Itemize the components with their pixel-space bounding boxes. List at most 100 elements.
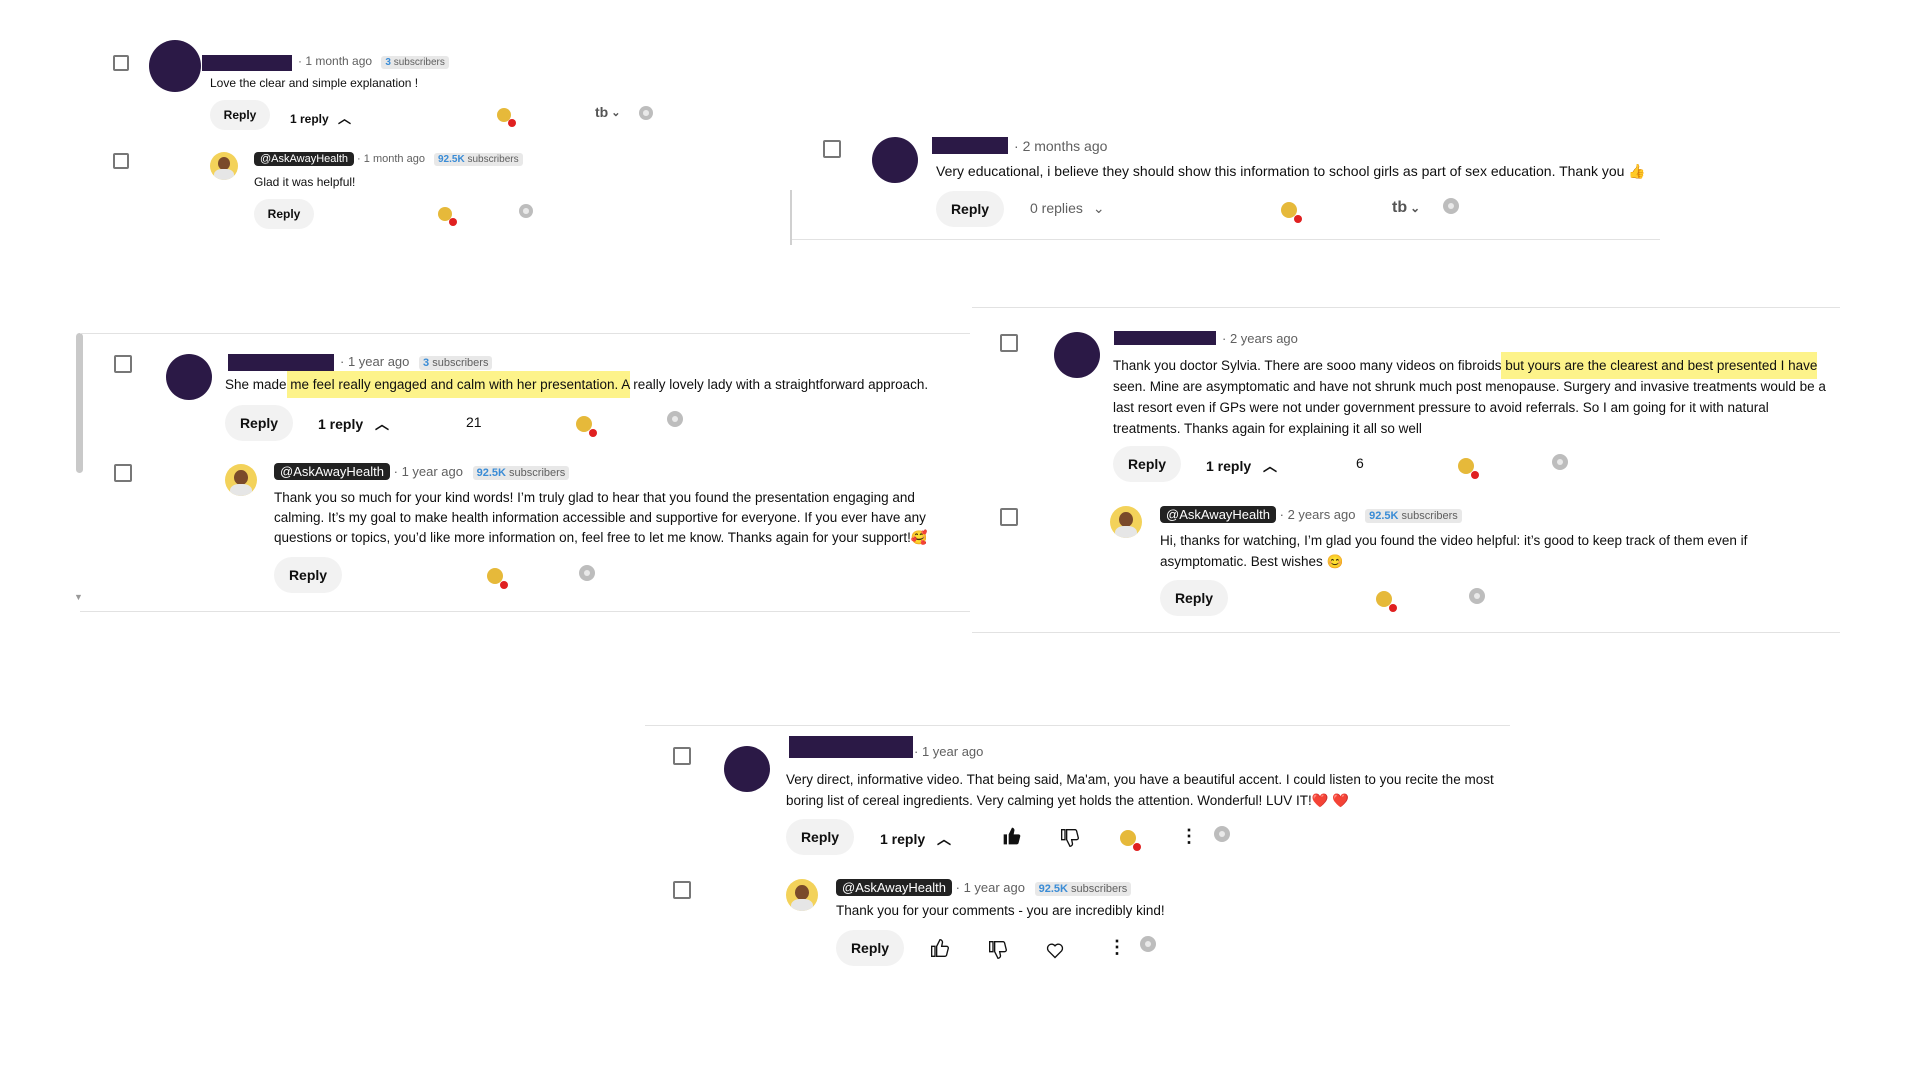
sort-menu-icon[interactable]: tb ⌄ [1392,199,1420,217]
option-circle-icon[interactable] [1443,198,1459,214]
redacted-username [1114,331,1216,345]
toggle-replies-button[interactable]: 1 reply ︿ [318,414,389,434]
toggle-replies-button[interactable]: 0 replies ⌄ [1030,200,1105,217]
reply-meta: @AskAwayHealth · 1 year ago 92.5K subscr… [836,879,1132,896]
comment-time: 1 year ago [921,744,984,759]
reply-meta: @AskAwayHealth · 2 years ago 92.5K subsc… [1160,506,1462,523]
reply-button[interactable]: Reply [786,819,854,855]
select-checkbox[interactable] [114,464,132,482]
channel-handle[interactable]: @AskAwayHealth [1160,506,1276,523]
subscriber-badge: 92.5K subscribers [434,153,523,166]
reply-button[interactable]: Reply [1160,580,1228,616]
comment-time: 1 year ago [347,354,410,369]
comment-meta: · 2 months ago [1014,138,1108,154]
reply-button[interactable]: Reply [274,557,342,593]
channel-handle[interactable]: @AskAwayHealth [836,879,952,896]
thread-divider [972,632,1840,633]
avatar[interactable] [724,746,770,792]
channel-avatar[interactable] [225,464,257,496]
reply-button[interactable]: Reply [1113,446,1181,482]
reply-time: 1 year ago [963,880,1025,895]
channel-handle[interactable]: @AskAwayHealth [254,152,354,166]
creator-heart-icon[interactable] [487,568,508,589]
comment-text: Love the clear and simple explanation ! [210,76,419,90]
heart-outline-icon[interactable] [1043,938,1067,962]
channel-avatar[interactable] [210,152,238,180]
reply-button[interactable]: Reply [225,405,293,441]
comment-time: 2 years ago [1229,331,1298,346]
sort-menu-icon[interactable]: tb ⌄ [595,104,620,120]
reply-text: Glad it was helpful! [254,175,356,189]
option-circle-icon[interactable] [639,106,653,120]
smile-emoji: 😊 [1326,554,1344,569]
chevron-down-icon: ⌄ [611,106,621,119]
comment-time: 2 months ago [1022,138,1108,154]
smiling-hearts-emoji: 🥰 [910,530,928,545]
select-checkbox[interactable] [673,881,691,899]
more-options-icon[interactable]: ⋮ [1180,826,1198,847]
thread-divider [792,239,1660,240]
creator-heart-icon[interactable] [497,108,516,127]
creator-heart-icon[interactable] [1281,202,1302,223]
option-circle-icon[interactable] [1552,454,1568,470]
option-circle-icon[interactable] [1469,588,1485,604]
like-icon[interactable] [928,936,952,960]
comment-text: Very educational, i believe they should … [936,163,1646,179]
select-checkbox[interactable] [114,355,132,373]
option-circle-icon[interactable] [667,411,683,427]
scrollbar[interactable] [76,333,83,473]
toggle-replies-button[interactable]: 1 reply ︿ [1206,456,1277,476]
channel-avatar[interactable] [786,879,818,911]
reply-meta: @AskAwayHealth · 1 year ago 92.5K subscr… [274,463,570,480]
avatar[interactable] [872,137,918,183]
reply-button[interactable]: Reply [936,191,1004,227]
subscriber-badge: 92.5K subscribers [1365,509,1462,523]
chevron-down-icon: ⌄ [1410,201,1421,215]
reply-meta: @AskAwayHealth · 1 month ago 92.5K subsc… [254,152,523,166]
select-checkbox[interactable] [113,153,129,169]
dislike-icon[interactable] [986,938,1010,962]
dislike-icon[interactable] [1058,826,1082,850]
select-checkbox[interactable] [823,140,841,158]
reply-time: 1 year ago [401,464,463,479]
avatar[interactable] [166,354,212,400]
creator-heart-icon[interactable] [438,207,457,226]
select-checkbox[interactable] [673,747,691,765]
comment-text: Very direct, informative video. That bei… [786,772,1494,808]
more-options-icon[interactable]: ⋮ [1108,937,1126,958]
avatar[interactable] [149,40,201,92]
creator-heart-icon[interactable] [1120,830,1141,851]
comment-meta: · 1 year ago [914,744,984,759]
creator-heart-icon[interactable] [576,416,597,437]
avatar[interactable] [1054,332,1100,378]
option-circle-icon[interactable] [519,204,533,218]
redacted-username [932,137,1008,154]
option-circle-icon[interactable] [579,565,595,581]
reply-button[interactable]: Reply [210,100,270,130]
subscriber-badge: 3 subscribers [381,56,449,69]
channel-avatar[interactable] [1110,506,1142,538]
option-circle-icon[interactable] [1214,826,1230,842]
thread-divider [972,307,1840,308]
creator-heart-icon[interactable] [1458,458,1479,479]
like-filled-icon[interactable] [1000,824,1024,848]
reply-time: 1 month ago [363,153,425,165]
comment-meta: · 1 year ago 3 subscribers [340,354,493,370]
select-checkbox[interactable] [1000,508,1018,526]
thread-divider [80,333,970,334]
creator-heart-icon[interactable] [1376,591,1397,612]
highlighted-text: but yours are the clearest and best pres… [1501,352,1818,379]
option-circle-icon[interactable] [1140,936,1156,952]
reply-button[interactable]: Reply [836,930,904,966]
redacted-username [228,354,334,371]
toggle-replies-button[interactable]: 1 reply ︿ [290,108,351,127]
reply-time: 2 years ago [1287,507,1356,522]
like-count: 21 [466,414,482,430]
select-checkbox[interactable] [1000,334,1018,352]
comment-thread-1: · 1 month ago 3 subscribers Love the cle… [0,0,760,240]
reply-button[interactable]: Reply [254,199,314,229]
channel-handle[interactable]: @AskAwayHealth [274,463,390,480]
select-checkbox[interactable] [113,55,129,71]
scroll-down-arrow-icon[interactable]: ▼ [74,592,83,602]
toggle-replies-button[interactable]: 1 reply ︿ [880,829,951,849]
